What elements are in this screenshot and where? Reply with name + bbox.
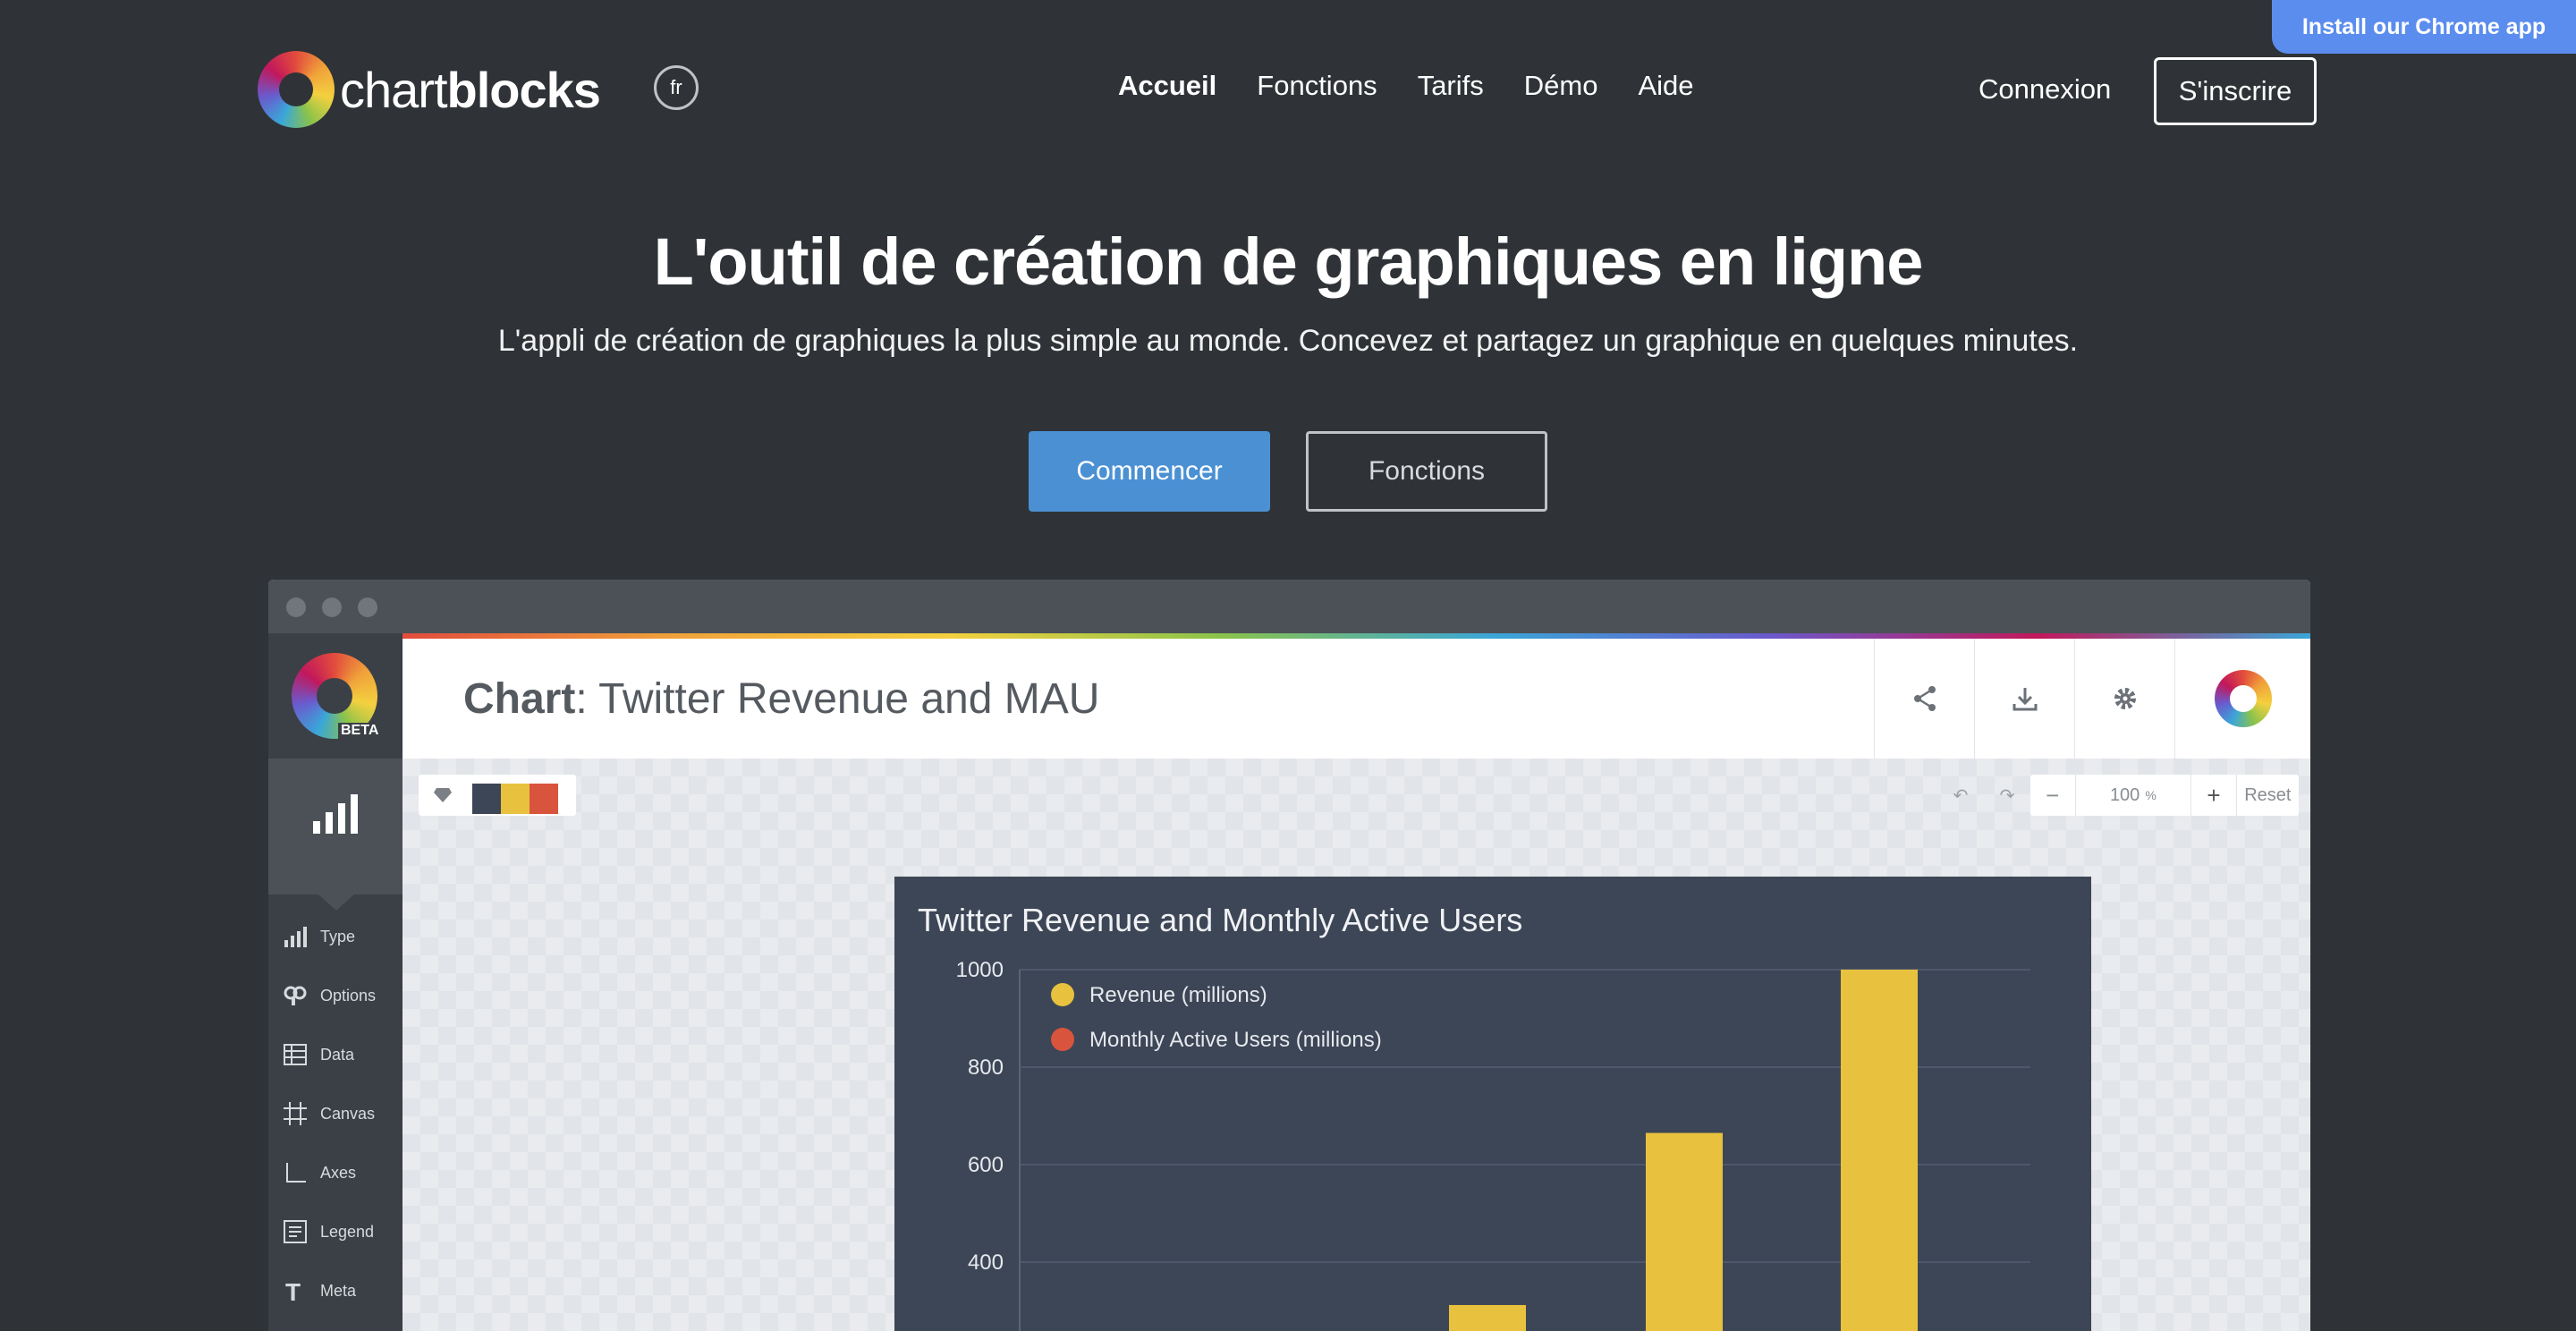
hero-title: L'outil de création de graphiques en lig… xyxy=(653,225,1924,299)
chart-title-label: Chart xyxy=(463,675,576,723)
zoom-value: 100 xyxy=(2109,784,2140,805)
bar-revenue xyxy=(1841,970,1918,1331)
bar-chart-icon xyxy=(284,927,307,947)
logo-wordmark-light: chart xyxy=(340,61,447,118)
palette-swatch xyxy=(472,784,501,814)
share-icon xyxy=(1914,686,1936,711)
bar-revenue xyxy=(1449,1304,1526,1331)
window-close-dot xyxy=(286,598,306,617)
options-icon xyxy=(284,986,307,1005)
app-preview-window: BETA Type Options Data Canvas Axes Legen… xyxy=(268,580,2310,1331)
zoom-out-icon[interactable]: − xyxy=(2030,775,2076,816)
logo-wordmark-bold: blocks xyxy=(446,61,601,118)
language-selector[interactable]: fr xyxy=(654,65,699,110)
color-palette-picker[interactable] xyxy=(419,775,576,816)
logo-ring-icon xyxy=(258,51,335,128)
redo-icon[interactable]: ↷ xyxy=(2000,784,2015,807)
window-titlebar xyxy=(268,580,2310,633)
legend-marker xyxy=(1051,983,1074,1006)
nav-item-tarifs[interactable]: Tarifs xyxy=(1418,70,1484,102)
login-link[interactable]: Connexion xyxy=(1979,73,2111,106)
logo-wordmark: chartblocks xyxy=(340,61,601,119)
svg-text:T: T xyxy=(285,1278,301,1303)
editor-sidebar: BETA Type Options Data Canvas Axes Legen… xyxy=(268,633,402,1331)
zoom-controls: − 100% + Reset xyxy=(2030,775,2299,816)
editor-topbar: Chart: Twitter Revenue and MAU xyxy=(402,639,2310,759)
sidebar-item-label: Legend xyxy=(320,1222,375,1241)
undo-icon[interactable]: ↶ xyxy=(1953,784,1969,807)
sidebar-item-label: Axes xyxy=(320,1163,357,1182)
install-chrome-app-button[interactable]: Install our Chrome app xyxy=(2272,0,2576,54)
share-button[interactable] xyxy=(1874,639,1975,759)
gear-icon xyxy=(2114,688,2136,709)
reset-zoom-button[interactable]: Reset xyxy=(2237,775,2299,816)
y-tick-label: 800 xyxy=(968,1055,1004,1080)
sidebar-item-data[interactable]: Data xyxy=(283,1041,354,1068)
legend-label: Monthly Active Users (millions) xyxy=(1089,1028,1382,1052)
features-button[interactable]: Fonctions xyxy=(1306,431,1547,512)
y-tick-label: 1000 xyxy=(956,958,1004,982)
legend-label: Revenue (millions) xyxy=(1089,983,1267,1007)
bar-revenue xyxy=(1646,1132,1723,1331)
logo-ring-icon xyxy=(2215,670,2272,727)
signup-button[interactable]: S'inscrire xyxy=(2154,57,2317,125)
chartblocks-logo[interactable]: chartblocks xyxy=(258,50,601,129)
zoom-level-field[interactable]: 100% xyxy=(2076,775,2192,816)
download-icon xyxy=(2012,688,2038,711)
sidebar-item-label: Data xyxy=(320,1045,355,1064)
diamond-icon xyxy=(434,788,452,802)
sidebar-item-options[interactable]: Options xyxy=(283,982,376,1009)
window-minimize-dot xyxy=(322,598,342,617)
crop-grid-icon xyxy=(284,1102,307,1125)
palette-swatch xyxy=(530,784,558,814)
zoom-in-icon[interactable]: + xyxy=(2191,775,2237,816)
palette-swatch xyxy=(501,784,530,814)
table-icon xyxy=(284,1044,307,1065)
hero-subtitle: L'appli de création de graphiques la plu… xyxy=(497,324,2079,358)
legend-marker xyxy=(1051,1028,1074,1051)
download-button[interactable] xyxy=(1974,639,2075,759)
bar-chart-icon xyxy=(313,794,358,834)
sidebar-item-label: Meta xyxy=(320,1281,357,1300)
beta-badge: BETA xyxy=(338,723,382,739)
sidebar-item-axes[interactable]: Axes xyxy=(283,1159,356,1186)
bar-chart: 400 600 800 1000 Revenue (millions) Monthly A… xyxy=(956,958,2030,1331)
main-nav: Accueil Fonctions Tarifs Démo Aide xyxy=(1118,70,1694,102)
chart-title-text: : Twitter Revenue and MAU xyxy=(575,675,1100,723)
nav-item-fonctions[interactable]: Fonctions xyxy=(1257,70,1377,102)
legend-icon xyxy=(284,1220,307,1243)
sidebar-item-legend[interactable]: Legend xyxy=(283,1218,374,1245)
sidebar-item-type[interactable]: Type xyxy=(283,923,355,950)
y-tick-label: 400 xyxy=(968,1250,1004,1275)
settings-button[interactable] xyxy=(2074,639,2175,759)
axes-icon xyxy=(286,1163,306,1183)
chart-name-title[interactable]: Chart: Twitter Revenue and MAU xyxy=(463,674,1099,724)
sidebar-chart-type-tab[interactable] xyxy=(268,759,402,911)
start-button[interactable]: Commencer xyxy=(1029,431,1270,512)
y-tick-label: 600 xyxy=(968,1153,1004,1177)
sidebar-item-label: Options xyxy=(320,986,377,1005)
chart-canvas-area: ↶ ↷ − 100% + Reset Twitter Revenue and M… xyxy=(402,759,2310,1331)
zoom-unit: % xyxy=(2145,788,2157,802)
sidebar-item-label: Type xyxy=(320,927,356,945)
history-controls: ↶ ↷ xyxy=(1937,775,2030,816)
nav-item-accueil[interactable]: Accueil xyxy=(1118,70,1216,102)
nav-item-aide[interactable]: Aide xyxy=(1638,70,1693,102)
nav-item-demo[interactable]: Démo xyxy=(1524,70,1598,102)
chartblocks-menu-button[interactable] xyxy=(2174,639,2310,759)
chart-preview: Twitter Revenue and Monthly Active Users… xyxy=(894,877,2091,1331)
sidebar-item-canvas[interactable]: Canvas xyxy=(283,1100,375,1127)
sidebar-item-meta[interactable]: T Meta xyxy=(283,1277,356,1304)
sidebar-item-label: Canvas xyxy=(320,1104,376,1123)
text-icon: T xyxy=(285,1278,301,1303)
window-maximize-dot xyxy=(358,598,377,617)
